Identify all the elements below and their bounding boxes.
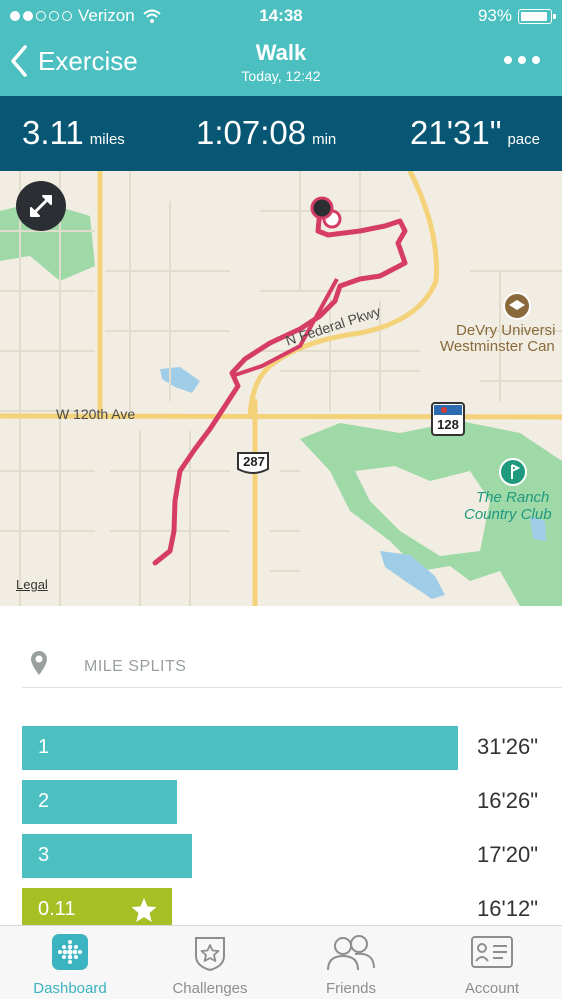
split-bar[interactable]: 1 [22,726,458,770]
tab-friends[interactable]: Friends [281,926,421,999]
tab-label: Account [464,980,520,997]
split-label: 3 [38,844,50,866]
battery-percent: 93% [477,6,512,25]
dashboard-icon [52,934,88,970]
mile-splits-header: MILE SPLITS [22,648,562,688]
university-label-line1: DeVry Universi [456,322,556,339]
tab-bar: Dashboard Challenges Friends Account [0,925,562,999]
pace-value: 21'31" [410,114,502,151]
split-time: 16'26" [477,788,538,813]
battery-icon [518,8,556,24]
status-bar: Verizon 14:38 93% [0,0,562,32]
more-dot-icon [504,56,512,64]
road-label-120th: W 120th Ave [56,406,136,422]
split-bar[interactable]: 2 [22,780,177,824]
shield-label-287: 287 [243,454,265,469]
split-bar[interactable]: 3 [22,834,192,878]
duration-stat: 1:07:08 min [196,114,336,152]
duration-value: 1:07:08 [196,114,307,151]
status-right: 93% [477,6,556,26]
split-row[interactable]: 3 17'20" [0,834,562,878]
star-icon [131,898,157,922]
mile-splits-title: MILE SPLITS [84,658,187,675]
map-legal-link[interactable]: Legal [16,577,48,592]
duration-unit: min [312,131,337,148]
split-label: 0.11 [38,898,76,920]
distance-unit: miles [89,131,125,148]
tab-label: Friends [325,980,377,997]
club-label-line2: Country Club [464,506,552,523]
page-subtitle: Today, 12:42 [241,68,321,84]
distance-stat: 3.11 miles [22,114,125,152]
map-canvas [0,171,562,606]
tab-dashboard[interactable]: Dashboard [0,926,140,999]
split-time: 31'26" [477,734,538,759]
tab-label: Dashboard [33,980,107,997]
pace-unit: pace [507,131,540,148]
club-label-line1: The Ranch [476,489,550,506]
tab-challenges[interactable]: Challenges [140,926,280,999]
friends-icon [327,935,375,971]
nav-header: Verizon 14:38 93% Exercise Walk Today, 1… [0,0,562,96]
challenges-icon [195,937,225,972]
split-time: 17'20" [477,842,538,867]
end-marker-icon [310,196,334,220]
stats-bar: 3.11 miles 1:07:08 min 21'31" pace [0,96,562,171]
expand-arrows-icon [30,195,52,217]
split-label: 2 [38,790,50,812]
more-dot-icon [518,56,526,64]
more-dot-icon [532,56,540,64]
split-row[interactable]: 2 16'26" [0,780,562,824]
title-block: Walk Today, 12:42 [0,40,562,84]
location-pin-icon [31,651,47,675]
distance-value: 3.11 [22,114,84,151]
page-title: Walk [255,40,307,65]
university-label-line2: Westminster Can [440,338,555,355]
route-map[interactable]: N Federal Pkwy W 120th Ave 287 128 DeVry… [0,171,562,606]
water-body [160,367,200,393]
split-label: 1 [38,736,50,758]
more-options-button[interactable] [504,56,540,64]
app-screen: Verizon 14:38 93% Exercise Walk Today, 1… [0,0,562,999]
tab-label: Challenges [172,980,248,997]
account-icon [471,936,513,968]
split-time: 16'12" [477,896,538,921]
pace-stat: 21'31" pace [410,114,540,152]
shield-label-128: 128 [437,417,459,432]
split-row[interactable]: 1 31'26" [0,726,562,770]
expand-map-button[interactable] [16,181,66,231]
tab-account[interactable]: Account [422,926,562,999]
